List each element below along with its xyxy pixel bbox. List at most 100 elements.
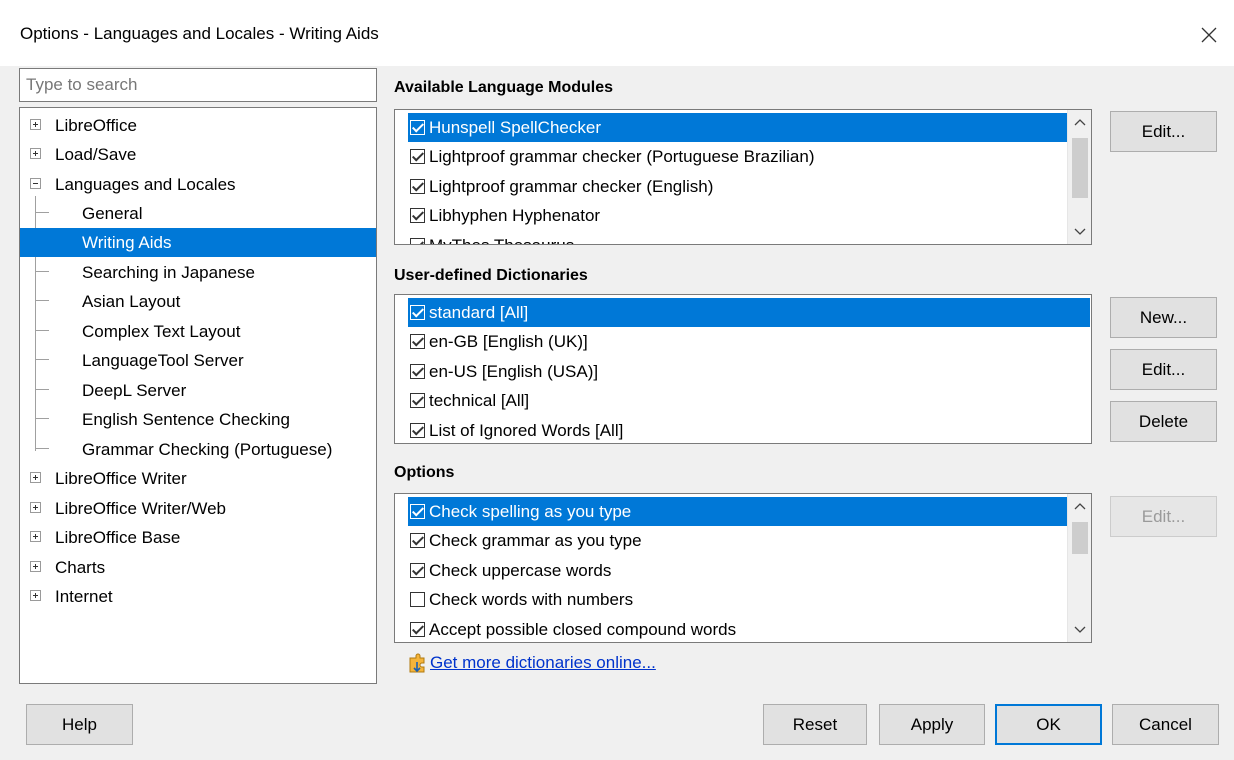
dictionary-label: en-US [English (USA)] <box>429 361 599 381</box>
tree-item-internet[interactable]: Internet <box>20 582 376 611</box>
checkbox[interactable] <box>410 334 425 349</box>
tree-item-charts[interactable]: Charts <box>20 553 376 582</box>
checkbox[interactable] <box>410 238 425 244</box>
tree-item-libreoffice-writer-web[interactable]: LibreOffice Writer/Web <box>20 494 376 523</box>
option-item[interactable]: Check words with numbers <box>408 585 637 614</box>
tree-item-english-sentence-checking[interactable]: English Sentence Checking <box>20 405 376 434</box>
checkbox[interactable] <box>410 120 425 135</box>
dictionary-item[interactable]: technical [All] <box>408 386 533 415</box>
module-item[interactable]: MyThes Thesaurus <box>408 231 578 244</box>
module-item[interactable]: Lightproof grammar checker (Portuguese B… <box>408 142 819 171</box>
checkbox[interactable] <box>410 592 425 607</box>
options-edit-button[interactable]: Edit... <box>1110 496 1217 537</box>
tree-item-label: Charts <box>55 557 106 577</box>
tree-item-label: LibreOffice <box>55 115 137 135</box>
dictionary-delete-button[interactable]: Delete <box>1110 401 1217 442</box>
tree-item-languagetool-server[interactable]: LanguageTool Server <box>20 346 376 375</box>
ok-button[interactable]: OK <box>995 704 1102 745</box>
checkbox[interactable] <box>410 533 425 548</box>
checkbox[interactable] <box>410 305 425 320</box>
dictionary-item[interactable]: List of Ignored Words [All] <box>408 416 627 443</box>
search-input[interactable] <box>19 68 377 102</box>
checkbox[interactable] <box>410 364 425 379</box>
option-item[interactable]: Accept possible closed compound words <box>408 615 740 642</box>
title-bar: Options - Languages and Locales - Writin… <box>0 0 1234 66</box>
tree-item-libreoffice[interactable]: LibreOffice <box>20 111 376 140</box>
tree-item-label: Writing Aids <box>82 232 172 252</box>
expand-icon[interactable] <box>30 531 41 542</box>
tree-item-searching-in-japanese[interactable]: Searching in Japanese <box>20 258 376 287</box>
expand-icon[interactable] <box>30 561 41 572</box>
dictionaries-list[interactable]: standard [All] en-GB [English (UK)] en-U… <box>394 294 1092 444</box>
tree-item-label: LibreOffice Writer/Web <box>55 498 227 518</box>
expand-icon[interactable] <box>30 472 41 483</box>
tree-item-languages-and-locales[interactable]: Languages and Locales <box>20 170 376 199</box>
option-item[interactable]: Check spelling as you type <box>408 497 1072 526</box>
cancel-button[interactable]: Cancel <box>1112 704 1219 745</box>
tree-item-label: Internet <box>55 586 113 606</box>
options-list[interactable]: Check spelling as you type Check grammar… <box>394 493 1092 643</box>
options-scrollbar[interactable] <box>1067 494 1091 642</box>
tree-item-deepl-server[interactable]: DeepL Server <box>20 376 376 405</box>
collapse-icon[interactable] <box>30 178 41 189</box>
modules-list[interactable]: Hunspell SpellChecker Lightproof grammar… <box>394 109 1092 245</box>
module-item[interactable]: Lightproof grammar checker (English) <box>408 172 717 201</box>
dictionary-item[interactable]: en-US [English (USA)] <box>408 357 602 386</box>
checkbox[interactable] <box>410 622 425 637</box>
options-tree: LibreOffice Load/Save Languages and Loca… <box>19 107 377 684</box>
expand-icon[interactable] <box>30 119 41 130</box>
module-label: Libhyphen Hyphenator <box>429 205 601 225</box>
options-heading: Options <box>394 464 455 481</box>
module-label: Lightproof grammar checker (Portuguese B… <box>429 146 815 166</box>
option-label: Check grammar as you type <box>429 530 642 550</box>
tree-item-libreoffice-writer[interactable]: LibreOffice Writer <box>20 464 376 493</box>
modules-scrollbar[interactable] <box>1067 110 1091 244</box>
option-label: Check uppercase words <box>429 560 612 580</box>
expand-icon[interactable] <box>30 590 41 601</box>
scroll-up-icon[interactable] <box>1068 496 1091 516</box>
modules-edit-button[interactable]: Edit... <box>1110 111 1217 152</box>
checkbox[interactable] <box>410 393 425 408</box>
option-item[interactable]: Check grammar as you type <box>408 526 646 555</box>
scroll-down-icon[interactable] <box>1068 620 1091 640</box>
apply-button[interactable]: Apply <box>879 704 985 745</box>
help-button[interactable]: Help <box>26 704 133 745</box>
reset-button[interactable]: Reset <box>763 704 867 745</box>
modules-heading: Available Language Modules <box>394 79 614 96</box>
tree-item-label: LibreOffice Base <box>55 527 181 547</box>
expand-icon[interactable] <box>30 502 41 513</box>
checkbox[interactable] <box>410 149 425 164</box>
dictionary-item[interactable]: standard [All] <box>408 298 1090 327</box>
module-item[interactable]: Hunspell SpellChecker <box>408 113 1072 142</box>
dictionary-new-button[interactable]: New... <box>1110 297 1217 338</box>
scroll-thumb[interactable] <box>1072 138 1088 198</box>
tree-item-load-save[interactable]: Load/Save <box>20 140 376 169</box>
tree-item-asian-layout[interactable]: Asian Layout <box>20 287 376 316</box>
dictionary-label: standard [All] <box>429 302 529 322</box>
tree-item-libreoffice-base[interactable]: LibreOffice Base <box>20 523 376 552</box>
tree-item-writing-aids[interactable]: Writing Aids <box>20 228 376 257</box>
scroll-up-icon[interactable] <box>1068 112 1091 132</box>
tree-item-label: Complex Text Layout <box>82 321 241 341</box>
close-button[interactable] <box>1184 10 1234 60</box>
checkbox[interactable] <box>410 504 425 519</box>
get-dictionaries-link-row[interactable]: Get more dictionaries online... <box>407 652 656 674</box>
dictionary-item[interactable]: en-GB [English (UK)] <box>408 327 592 356</box>
tree-item-general[interactable]: General <box>20 199 376 228</box>
tree-item-grammar-checking-portuguese[interactable]: Grammar Checking (Portuguese) <box>20 435 376 464</box>
module-item[interactable]: Libhyphen Hyphenator <box>408 201 604 230</box>
tree-item-label: LibreOffice Writer <box>55 468 187 488</box>
tree-item-complex-text-layout[interactable]: Complex Text Layout <box>20 317 376 346</box>
option-label: Accept possible closed compound words <box>429 619 737 639</box>
get-dictionaries-link[interactable]: Get more dictionaries online... <box>430 653 656 673</box>
scroll-thumb[interactable] <box>1072 522 1088 554</box>
checkbox[interactable] <box>410 563 425 578</box>
checkbox[interactable] <box>410 423 425 438</box>
scroll-down-icon[interactable] <box>1068 222 1091 242</box>
checkbox[interactable] <box>410 208 425 223</box>
dictionary-edit-button[interactable]: Edit... <box>1110 349 1217 390</box>
option-item[interactable]: Check uppercase words <box>408 556 615 585</box>
tree-item-label: Load/Save <box>55 144 137 164</box>
checkbox[interactable] <box>410 179 425 194</box>
expand-icon[interactable] <box>30 148 41 159</box>
